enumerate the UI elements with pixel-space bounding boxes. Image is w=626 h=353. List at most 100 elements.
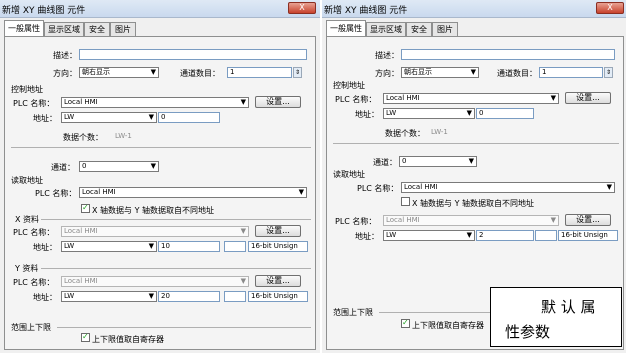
data-count-value: LW-1 xyxy=(431,128,448,136)
x-plc-select[interactable]: Local HMI ▼ xyxy=(61,226,249,237)
y-address-input[interactable]: 20 xyxy=(158,291,220,302)
read-address-type-value: LW xyxy=(386,231,397,239)
direction-select[interactable]: 朝右显示 ▼ xyxy=(401,67,479,78)
read-plc-value: Local HMI xyxy=(404,183,438,191)
chevron-down-icon: ▼ xyxy=(606,183,612,191)
x-plc-value: Local HMI xyxy=(64,227,98,235)
description-input[interactable] xyxy=(401,49,615,60)
direction-select[interactable]: 朝右显示 ▼ xyxy=(79,67,159,78)
annotation-line-2: 性参数 xyxy=(505,323,551,341)
plc-name-label-2: PLC 名称： xyxy=(335,217,377,226)
read-plc-value: Local HMI xyxy=(82,188,116,196)
range-from-register-checkbox[interactable] xyxy=(81,332,90,342)
divider xyxy=(333,143,619,144)
direction-label: 方向： xyxy=(53,69,77,78)
tab-security[interactable]: 安全 xyxy=(84,22,110,36)
tab-image[interactable]: 图片 xyxy=(432,22,458,36)
control-address-title: 控制地址 xyxy=(11,85,43,94)
chevron-down-icon: ▼ xyxy=(550,216,556,224)
read-address-title: 读取地址 xyxy=(333,170,365,179)
spin-icon[interactable]: ⇕ xyxy=(293,67,302,78)
address-label-2: 地址： xyxy=(355,232,379,241)
y-plc-select[interactable]: Local HMI ▼ xyxy=(61,276,249,287)
read-plc2-value: Local HMI xyxy=(386,216,420,224)
read-address-input[interactable]: 2 xyxy=(476,230,534,241)
xy-different-address-label: X 轴数据与 Y 轴数据取自不同地址 xyxy=(412,199,534,208)
read-extra-input[interactable] xyxy=(535,230,557,241)
control-address-type-value: LW xyxy=(386,109,397,117)
read-address-title: 读取地址 xyxy=(11,176,43,185)
y-settings-button[interactable]: 设置... xyxy=(255,275,301,287)
address-label: 地址： xyxy=(355,110,379,119)
y-extra-input[interactable] xyxy=(224,291,246,302)
x-address-input[interactable]: 10 xyxy=(158,241,220,252)
direction-value: 朝右显示 xyxy=(82,68,110,76)
control-address-input[interactable]: 0 xyxy=(158,112,220,123)
divider xyxy=(11,147,311,148)
spin-icon[interactable]: ⇕ xyxy=(604,67,613,78)
chevron-down-icon: ▼ xyxy=(550,94,556,102)
description-label: 描述： xyxy=(53,51,77,60)
y-plc-name-label: PLC 名称： xyxy=(13,278,55,287)
data-count-value: LW-1 xyxy=(115,132,132,140)
control-settings-button[interactable]: 设置... xyxy=(255,96,301,108)
tab-general[interactable]: 一般属性 xyxy=(326,20,366,36)
range-from-register-checkbox[interactable] xyxy=(401,318,410,328)
address-label: 地址： xyxy=(33,114,57,123)
channel-count-label: 通道数目： xyxy=(497,69,537,78)
channel-count-input[interactable]: 1 xyxy=(539,67,603,78)
left-dialog: 新增 XY 曲线图 元件 X 一般属性 显示区域 安全 图片 描述： 方向： 朝… xyxy=(0,0,320,353)
y-data-group-title: Y 资料 xyxy=(15,264,39,273)
chevron-down-icon: ▼ xyxy=(298,188,304,196)
chevron-down-icon: ▼ xyxy=(466,231,472,239)
tab-general[interactable]: 一般属性 xyxy=(4,20,44,36)
read-address-type-select[interactable]: LW ▼ xyxy=(383,230,475,241)
direction-label: 方向： xyxy=(375,69,399,78)
control-address-input[interactable]: 0 xyxy=(476,108,534,119)
read-plc-select[interactable]: Local HMI ▼ xyxy=(79,187,307,198)
chevron-down-icon: ▼ xyxy=(470,68,476,76)
general-panel: 描述： 方向： 朝右显示 ▼ 通道数目： 1 ⇕ 控制地址 PLC 名称： Loc… xyxy=(4,36,316,350)
control-plc-select[interactable]: Local HMI ▼ xyxy=(61,97,249,108)
control-plc-select[interactable]: Local HMI ▼ xyxy=(383,93,559,104)
chevron-down-icon: ▼ xyxy=(466,109,472,117)
xy-different-address-checkbox[interactable] xyxy=(401,197,410,206)
chevron-down-icon: ▼ xyxy=(240,277,246,285)
channel-select[interactable]: 0 ▼ xyxy=(79,161,159,172)
annotation-line-1: 默 认 属 xyxy=(541,298,596,316)
read-plc-name-label: PLC 名称： xyxy=(357,184,399,193)
y-address-type-value: LW xyxy=(64,292,75,300)
window-title: 新增 XY 曲线图 元件 xyxy=(2,6,86,16)
tab-security[interactable]: 安全 xyxy=(406,22,432,36)
xy-different-address-label: X 轴数据与 Y 轴数据取自不同地址 xyxy=(92,206,214,215)
channel-count-label: 通道数目： xyxy=(180,69,220,78)
read-plc2-select[interactable]: Local HMI ▼ xyxy=(383,215,559,226)
description-input[interactable] xyxy=(79,49,307,60)
close-button[interactable]: X xyxy=(288,2,316,14)
read-plc-select[interactable]: Local HMI ▼ xyxy=(401,182,615,193)
y-address-type-select[interactable]: LW ▼ xyxy=(61,291,157,302)
x-address-type-select[interactable]: LW ▼ xyxy=(61,241,157,252)
description-label: 描述： xyxy=(375,51,399,60)
x-plc-name-label: PLC 名称： xyxy=(13,228,55,237)
range-from-register-label: 上下限值取自寄存器 xyxy=(412,321,484,330)
xy-different-address-checkbox[interactable] xyxy=(81,203,90,213)
divider xyxy=(41,268,311,269)
tab-display-area[interactable]: 显示区域 xyxy=(44,22,84,36)
x-extra-input[interactable] xyxy=(224,241,246,252)
control-address-type-select[interactable]: LW ▼ xyxy=(383,108,475,119)
control-address-type-select[interactable]: LW ▼ xyxy=(61,112,157,123)
channel-value: 0 xyxy=(402,157,407,165)
read-settings-button[interactable]: 设置... xyxy=(565,214,611,226)
title-bar: 新增 XY 曲线图 元件 X xyxy=(0,0,320,18)
tab-image[interactable]: 图片 xyxy=(110,22,136,36)
x-settings-button[interactable]: 设置... xyxy=(255,225,301,237)
close-button[interactable]: X xyxy=(596,2,624,14)
control-settings-button[interactable]: 设置... xyxy=(565,92,611,104)
chevron-down-icon: ▼ xyxy=(150,68,156,76)
plc-name-label: PLC 名称： xyxy=(335,95,377,104)
channel-count-input[interactable]: 1 xyxy=(227,67,292,78)
annotation-box: 默 认 属 性参数 xyxy=(490,287,622,347)
tab-display-area[interactable]: 显示区域 xyxy=(366,22,406,36)
channel-select[interactable]: 0 ▼ xyxy=(399,156,477,167)
